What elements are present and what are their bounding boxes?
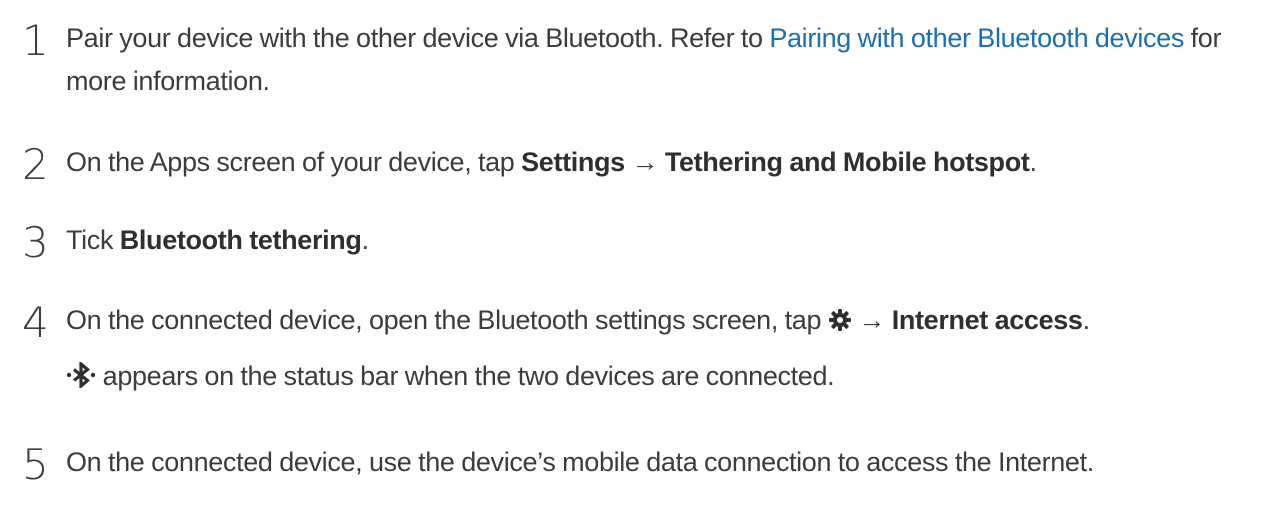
settings-label: Settings — [521, 147, 625, 177]
internet-access-label: Internet access — [891, 305, 1083, 335]
bluetooth-tethering-icon — [66, 358, 96, 401]
step-text: Tick Bluetooth tethering. — [66, 219, 1279, 262]
step-number: 2 — [22, 140, 49, 189]
step-number: 5 — [22, 440, 49, 489]
step-text-part: . — [1082, 305, 1091, 335]
tethering-label: Tethering and Mobile hotspot — [664, 147, 1030, 177]
arrow: → — [624, 147, 665, 177]
step-number: 3 — [22, 218, 49, 267]
arrow: → — [851, 305, 892, 335]
gear-icon — [828, 302, 852, 345]
bluetooth-tethering-label: Bluetooth tethering — [119, 225, 362, 255]
pairing-link[interactable]: Pairing with other Bluetooth devices — [769, 23, 1184, 53]
step-number: 4 — [22, 298, 49, 347]
step-text-part: . — [361, 225, 370, 255]
step-note: appears on the status bar when the two d… — [66, 355, 835, 401]
step-text-part: On the connected device, use the device’… — [66, 447, 1094, 477]
step-text-part: Tick — [66, 225, 120, 255]
step-text: On the connected device, open the Blueto… — [66, 299, 1279, 345]
step-text: Pair your device with the other device v… — [66, 17, 1279, 103]
note-text: appears on the status bar when the two d… — [96, 361, 835, 391]
step-number: 1 — [22, 16, 49, 65]
step-text-part: On the connected device, open the Blueto… — [66, 305, 828, 335]
step-text-part: . — [1029, 147, 1037, 177]
step-text-part: On the Apps screen of your device, tap — [66, 147, 522, 177]
step-text: On the Apps screen of your device, tap S… — [66, 141, 1279, 184]
step-text-part: Pair your device with the other device v… — [66, 23, 770, 53]
step-text: On the connected device, use the device’… — [66, 441, 1279, 484]
